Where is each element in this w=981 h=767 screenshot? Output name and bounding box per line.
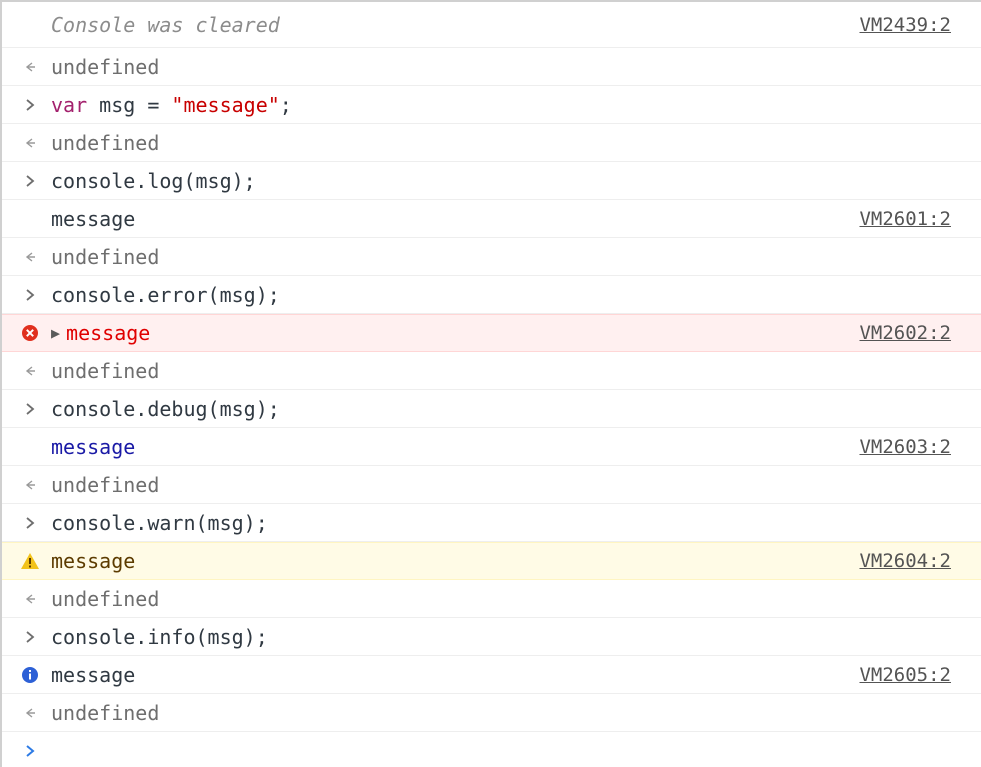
chevron-right-icon bbox=[16, 618, 44, 655]
input-text: console.error(msg); bbox=[51, 282, 280, 307]
source-link[interactable]: VM2605:2 bbox=[859, 656, 951, 693]
console-input: console.error(msg); bbox=[2, 276, 981, 314]
code-token: ; bbox=[279, 92, 292, 117]
console-result: undefined bbox=[2, 466, 981, 504]
input-text: console.log(msg); bbox=[51, 168, 256, 193]
source-link[interactable]: VM2604:2 bbox=[859, 543, 951, 579]
console-prompt[interactable] bbox=[2, 732, 981, 767]
warning-text: message bbox=[51, 549, 136, 573]
error-circle-icon bbox=[16, 315, 44, 351]
console-message-log: message VM2601:2 bbox=[2, 200, 981, 238]
console-panel: Console was cleared VM2439:2 undefined v… bbox=[0, 0, 981, 767]
chevron-right-icon bbox=[16, 86, 44, 123]
info-circle-icon bbox=[16, 656, 44, 693]
debug-text: message bbox=[51, 434, 136, 459]
console-message-info: message VM2605:2 bbox=[2, 656, 981, 694]
console-result: undefined bbox=[2, 124, 981, 162]
input-text: console.warn(msg); bbox=[51, 510, 268, 535]
console-result: undefined bbox=[2, 238, 981, 276]
info-text: message bbox=[51, 662, 136, 687]
result-text: undefined bbox=[51, 244, 160, 269]
console-message-error[interactable]: ▶ message VM2602:2 bbox=[2, 314, 981, 352]
input-text: console.debug(msg); bbox=[51, 396, 280, 421]
console-result: undefined bbox=[2, 694, 981, 732]
result-text: undefined bbox=[51, 586, 160, 611]
log-text: message bbox=[51, 206, 136, 231]
expand-triangle-icon[interactable]: ▶ bbox=[51, 324, 60, 342]
return-arrow-icon bbox=[16, 352, 44, 389]
chevron-right-icon bbox=[16, 276, 44, 313]
result-text: undefined bbox=[51, 358, 160, 383]
input-text: console.info(msg); bbox=[51, 624, 268, 649]
console-input: console.warn(msg); bbox=[2, 504, 981, 542]
keyword-token: var bbox=[51, 92, 88, 117]
result-text: undefined bbox=[51, 700, 160, 725]
console-message-debug: message VM2603:2 bbox=[2, 428, 981, 466]
console-input: console.info(msg); bbox=[2, 618, 981, 656]
code-token: msg = bbox=[87, 92, 172, 117]
source-link[interactable]: VM2603:2 bbox=[859, 428, 951, 465]
console-input: console.log(msg); bbox=[2, 162, 981, 200]
console-message-cleared: Console was cleared VM2439:2 bbox=[2, 2, 981, 48]
return-arrow-icon bbox=[16, 48, 44, 85]
prompt-chevron-icon bbox=[16, 732, 44, 767]
string-token: "message" bbox=[171, 92, 280, 117]
chevron-right-icon bbox=[16, 504, 44, 541]
error-message: message bbox=[66, 321, 151, 345]
console-result: undefined bbox=[2, 352, 981, 390]
return-arrow-icon bbox=[16, 466, 44, 503]
chevron-right-icon bbox=[16, 162, 44, 199]
warning-triangle-icon bbox=[16, 543, 44, 579]
source-link[interactable]: VM2439:2 bbox=[859, 2, 951, 47]
return-arrow-icon bbox=[16, 694, 44, 731]
return-arrow-icon bbox=[16, 124, 44, 161]
input-text: var msg = "message"; bbox=[51, 86, 292, 123]
return-arrow-icon bbox=[16, 238, 44, 275]
console-input: var msg = "message"; bbox=[2, 86, 981, 124]
return-arrow-icon bbox=[16, 580, 44, 617]
source-link[interactable]: VM2602:2 bbox=[859, 315, 951, 351]
chevron-right-icon bbox=[16, 390, 44, 427]
cleared-text: Console was cleared bbox=[51, 12, 280, 37]
console-result: undefined bbox=[2, 580, 981, 618]
console-result: undefined bbox=[2, 48, 981, 86]
result-text: undefined bbox=[51, 472, 160, 497]
result-text: undefined bbox=[51, 130, 160, 155]
console-message-warning: message VM2604:2 bbox=[2, 542, 981, 580]
error-text: ▶ message bbox=[51, 315, 150, 351]
console-input: console.debug(msg); bbox=[2, 390, 981, 428]
result-text: undefined bbox=[51, 54, 160, 79]
source-link[interactable]: VM2601:2 bbox=[859, 200, 951, 237]
